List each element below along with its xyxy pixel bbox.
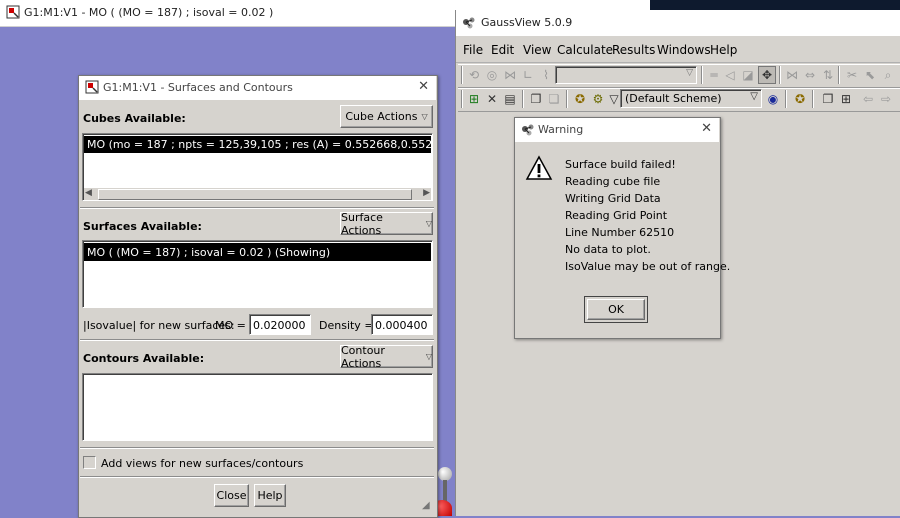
copy-icon[interactable]: ❐	[528, 91, 544, 107]
list-item[interactable]: MO (mo = 187 ; npts = 125,39,105 ; res (…	[84, 136, 431, 153]
zoom-icon[interactable]: ⌕	[880, 67, 896, 83]
menu-help[interactable]: Help	[710, 43, 737, 57]
divider	[80, 339, 434, 341]
cascade-icon[interactable]: ❐	[820, 91, 836, 107]
render-icon[interactable]: ✪	[792, 91, 808, 107]
desktop-strip	[650, 0, 900, 10]
menu-windows[interactable]: Windows	[657, 43, 711, 57]
cut-icon[interactable]: ✕	[484, 91, 500, 107]
chevron-down-icon: ▽	[750, 91, 758, 102]
bg-window-title: G1:M1:V1 - MO ( (MO = 187) ; isoval = 0.…	[24, 6, 274, 19]
select-tool-icon[interactable]: ✥	[758, 66, 776, 84]
close-icon[interactable]: ✕	[701, 121, 712, 136]
horizontal-scrollbar[interactable]: ◀ ▶	[84, 188, 431, 200]
molecule-bond	[443, 480, 447, 502]
gaussview-titlebar: GaussView 5.0.9	[456, 10, 900, 36]
scheme-select-value: (Default Scheme)	[625, 92, 722, 105]
new-molecule-icon[interactable]: ⊞	[466, 91, 482, 107]
resize-grip-icon[interactable]: ◢	[422, 500, 430, 511]
line-icon[interactable]: ═	[706, 67, 722, 83]
warning-line-1: Surface build failed!	[565, 158, 676, 171]
help-button[interactable]: Help	[254, 484, 286, 507]
paste-icon[interactable]: ❏	[546, 91, 562, 107]
menu-results[interactable]: Results	[612, 43, 655, 57]
menu-edit[interactable]: Edit	[491, 43, 514, 57]
menu-calculate[interactable]: Calculate	[557, 43, 613, 57]
ok-button[interactable]: OK	[587, 299, 645, 320]
density-label: Density =	[319, 319, 374, 332]
tile-icon[interactable]: ⊞	[838, 91, 854, 107]
molecule-atom	[438, 467, 452, 481]
swap-icon[interactable]: ⇔	[802, 67, 818, 83]
warning-line-3: Writing Grid Data	[565, 192, 661, 205]
warning-titlebar: Warning ✕	[515, 118, 719, 142]
gaussview-logo-icon	[522, 124, 534, 136]
triangle-icon[interactable]: ◁	[722, 67, 738, 83]
window-icon[interactable]: ▤	[502, 91, 518, 107]
warning-line-5: Line Number 62510	[565, 226, 675, 239]
globe-icon[interactable]: ◉	[765, 91, 781, 107]
back-icon[interactable]: ⇦	[860, 91, 876, 107]
warning-line-6: No data to plot.	[565, 243, 651, 256]
chevron-down-icon: ▽	[425, 352, 432, 361]
chevron-down-icon: ▽	[425, 219, 432, 228]
mo-label: MO =	[215, 319, 246, 332]
surface-actions-button[interactable]: Surface Actions ▽	[340, 211, 433, 237]
translate-icon[interactable]: ◎	[484, 67, 500, 83]
density-isovalue-input[interactable]: 0.000400	[371, 314, 433, 335]
cursor-icon[interactable]: ⬉	[862, 67, 878, 83]
contours-label: Contours Available:	[83, 352, 205, 365]
scroll-left-icon[interactable]: ◀	[85, 188, 92, 198]
isovalue-label: |Isovalue| for new surfaces:	[83, 319, 235, 332]
divider	[80, 476, 434, 478]
mo-isovalue-input[interactable]: 0.020000	[249, 314, 311, 335]
warning-icon	[525, 155, 553, 180]
rotate-icon[interactable]: ⟲	[466, 67, 482, 83]
flip-icon[interactable]: ⇅	[820, 67, 836, 83]
surfaces-titlebar: G1:M1:V1 - Surfaces and Contours ✕	[79, 76, 436, 100]
close-button[interactable]: Close	[214, 484, 249, 507]
mirror-icon[interactable]: ⋈	[784, 67, 800, 83]
scroll-right-icon[interactable]: ▶	[423, 188, 430, 198]
cube-actions-button[interactable]: Cube Actions ▽	[340, 105, 433, 128]
list-item[interactable]: MO ( (MO = 187) ; isoval = 0.02 ) (Showi…	[84, 243, 431, 261]
surfaces-title: G1:M1:V1 - Surfaces and Contours	[103, 81, 293, 94]
warning-line-2: Reading cube file	[565, 175, 661, 188]
orbital-icon[interactable]: ✪	[572, 91, 588, 107]
bond-icon[interactable]: ⋈	[502, 67, 518, 83]
contour-actions-button[interactable]: Contour Actions ▽	[340, 344, 433, 370]
menu-view[interactable]: View	[523, 43, 551, 57]
chevron-down-icon: ▽	[421, 112, 428, 121]
gaussview-app-icon	[85, 80, 99, 94]
toolbar-select-1[interactable]: ▽	[555, 66, 697, 84]
warning-title: Warning	[538, 123, 584, 136]
close-icon[interactable]: ✕	[418, 79, 429, 94]
divider	[80, 207, 434, 209]
divider	[80, 447, 434, 449]
forward-icon[interactable]: ⇨	[878, 91, 894, 107]
gaussview-title: GaussView 5.0.9	[481, 16, 573, 29]
add-views-label: Add views for new surfaces/contours	[101, 457, 304, 470]
scrollbar-thumb[interactable]	[98, 189, 412, 200]
gear-icon[interactable]: ⚙	[590, 91, 606, 107]
warning-line-4: Reading Grid Point	[565, 209, 668, 222]
cubes-list[interactable]: MO (mo = 187 ; npts = 125,39,105 ; res (…	[82, 133, 433, 201]
menu-file[interactable]: File	[463, 43, 483, 57]
contours-list[interactable]	[82, 373, 433, 441]
cubes-label: Cubes Available:	[83, 112, 186, 125]
add-views-checkbox[interactable]	[83, 456, 96, 469]
tool-icon[interactable]: ✂	[844, 67, 860, 83]
dihedral-icon[interactable]: ⌇	[538, 67, 554, 83]
surfaces-list[interactable]: MO ( (MO = 187) ; isoval = 0.02 ) (Showi…	[82, 240, 433, 308]
wedge-icon[interactable]: ◪	[740, 67, 756, 83]
scheme-select[interactable]: (Default Scheme) ▽	[620, 89, 762, 108]
angle-icon[interactable]: ∟	[520, 67, 536, 83]
gaussview-app-icon	[6, 5, 20, 19]
surfaces-label: Surfaces Available:	[83, 220, 202, 233]
warning-line-7: IsoValue may be out of range.	[565, 260, 731, 273]
gaussview-logo-icon	[463, 17, 475, 29]
